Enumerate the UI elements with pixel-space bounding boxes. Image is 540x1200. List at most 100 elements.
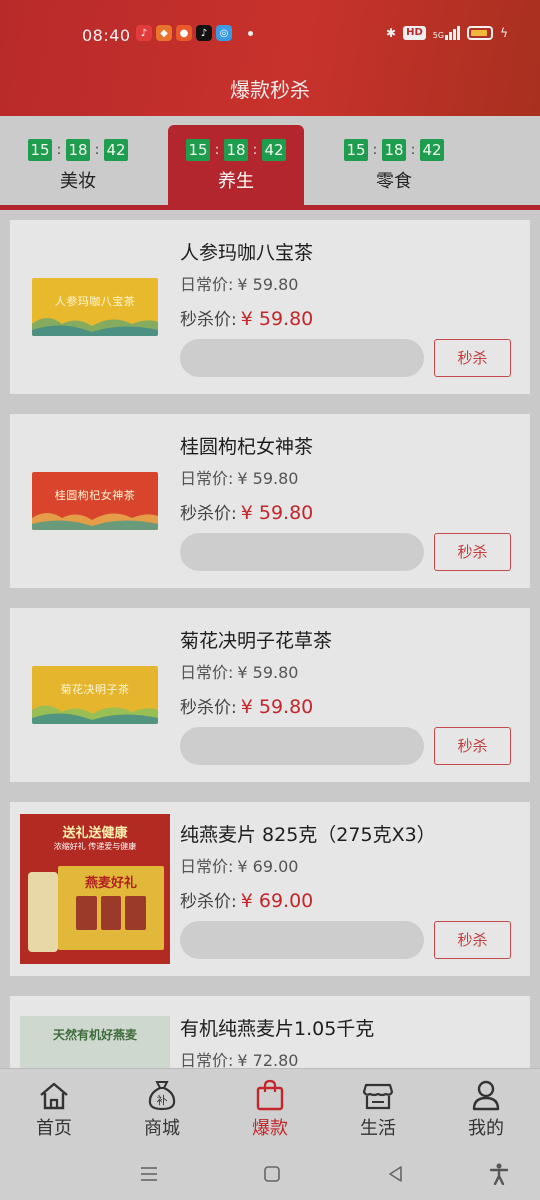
flash-sale-button[interactable]: 秒杀 xyxy=(434,921,511,959)
product-name[interactable]: 桂圆枸杞女神茶 xyxy=(180,432,313,459)
sale-price-label: 秒杀价: xyxy=(180,698,237,718)
flash-sale-button[interactable]: 秒杀 xyxy=(434,339,511,377)
product-name[interactable]: 纯燕麦片 825克（275克X3） xyxy=(180,820,436,847)
shopping-bag-icon xyxy=(216,1077,324,1111)
back-icon[interactable] xyxy=(383,1162,409,1186)
countdown-timer: 15: 18: 42 xyxy=(10,139,146,161)
sale-price-label: 秒杀价: xyxy=(180,504,237,524)
nav-mall[interactable]: 补 商城 xyxy=(108,1077,216,1140)
tab-snacks[interactable]: 15: 18: 42 零食 xyxy=(326,126,462,206)
sale-price-row: 秒杀价: ¥ 69.00 xyxy=(180,887,313,912)
signal-icon: 5G xyxy=(433,26,461,40)
product-list[interactable]: 人参玛咖八宝茶 人参玛咖八宝茶 日常价: ¥ 59.80 秒杀价: ¥ 59.80 … xyxy=(10,220,530,1068)
sale-price-row: 秒杀价: ¥ 59.80 xyxy=(180,693,313,718)
sale-price-row: 秒杀价: ¥ 59.80 xyxy=(180,305,313,330)
regular-price: ¥ 59.80 xyxy=(237,663,299,682)
stock-progress-bar xyxy=(180,533,424,571)
tab-health[interactable]: 15: 18: 42 养生 xyxy=(168,125,304,205)
app-notification-icon: ◎ xyxy=(216,25,232,41)
nav-label: 生活 xyxy=(360,1118,396,1139)
regular-price-row: 日常价: ¥ 59.80 xyxy=(180,659,298,683)
nav-label: 商城 xyxy=(144,1118,180,1139)
product-card[interactable]: 桂圆枸杞女神茶 桂圆枸杞女神茶 日常价: ¥ 59.80 秒杀价: ¥ 59.80 … xyxy=(10,414,530,588)
status-time: 08:40 xyxy=(82,26,131,45)
tab-underline xyxy=(0,205,540,210)
regular-price: ¥ 69.00 xyxy=(237,857,299,876)
system-nav-bar xyxy=(0,1148,540,1200)
product-image: 人参玛咖八宝茶 xyxy=(32,278,158,336)
accessibility-icon[interactable] xyxy=(486,1162,512,1186)
stock-progress-bar xyxy=(180,921,424,959)
app-notification-icon: ◆ xyxy=(156,25,172,41)
sale-price-label: 秒杀价: xyxy=(180,892,237,912)
nav-label: 爆款 xyxy=(252,1118,288,1139)
svg-text:补: 补 xyxy=(157,1094,168,1107)
regular-price: ¥ 72.80 xyxy=(237,1051,299,1068)
timer-seconds: 42 xyxy=(262,139,286,161)
regular-price: ¥ 59.80 xyxy=(237,275,299,294)
sale-price: ¥ 69.00 xyxy=(240,890,314,912)
tab-beauty[interactable]: 15: 18: 42 美妆 xyxy=(10,126,146,206)
sale-price: ¥ 59.80 xyxy=(240,696,314,718)
more-notifications-dot xyxy=(248,30,253,36)
regular-price-label: 日常价: xyxy=(180,275,234,294)
hd-icon: HD xyxy=(403,26,426,40)
regular-price-label: 日常价: xyxy=(180,469,234,488)
flash-sale-button[interactable]: 秒杀 xyxy=(434,727,511,765)
timer-minutes: 18 xyxy=(382,139,406,161)
regular-price-row: 日常价: ¥ 59.80 xyxy=(180,271,298,295)
home-button-icon[interactable] xyxy=(259,1162,285,1186)
bottom-nav: 首页 补 商城 爆款 生活 我的 xyxy=(0,1068,540,1148)
tab-label: 养生 xyxy=(218,171,254,192)
page-title: 爆款秒杀 xyxy=(230,78,310,102)
product-image: 送礼送健康 浓缩好礼 传递爱与健康 燕麦好礼 xyxy=(20,814,170,964)
product-image: 菊花决明子茶 xyxy=(32,666,158,724)
product-name[interactable]: 菊花决明子花草茶 xyxy=(180,626,332,653)
regular-price-label: 日常价: xyxy=(180,1051,234,1068)
nav-home[interactable]: 首页 xyxy=(0,1077,108,1140)
nav-profile[interactable]: 我的 xyxy=(432,1077,540,1140)
top-header: 08:40 ♪ ◆ ● ♪ ◎ ✱ HD 5G ϟ 爆款秒杀 xyxy=(0,0,540,116)
product-card[interactable]: 送礼送健康 浓缩好礼 传递爱与健康 燕麦好礼 纯燕麦片 825克（275克X3）… xyxy=(10,802,530,976)
user-icon xyxy=(432,1077,540,1111)
product-name[interactable]: 有机纯燕麦片1.05千克 xyxy=(180,1014,374,1041)
flash-sale-button[interactable]: 秒杀 xyxy=(434,533,511,571)
app-notification-icon: ● xyxy=(176,25,192,41)
sale-price: ¥ 59.80 xyxy=(240,502,314,524)
bluetooth-icon: ✱ xyxy=(386,26,397,40)
product-image: 天然有机好燕麦 xyxy=(20,1016,170,1068)
regular-price-row: 日常价: ¥ 59.80 xyxy=(180,465,298,489)
status-bar: 08:40 ♪ ◆ ● ♪ ◎ ✱ HD 5G ϟ xyxy=(0,22,540,50)
sale-price: ¥ 59.80 xyxy=(240,308,314,330)
charging-icon: ϟ xyxy=(500,26,508,40)
timer-hours: 15 xyxy=(28,139,52,161)
product-card[interactable]: 菊花决明子茶 菊花决明子花草茶 日常价: ¥ 59.80 秒杀价: ¥ 59.80 … xyxy=(10,608,530,782)
battery-icon xyxy=(467,26,494,40)
product-image: 桂圆枸杞女神茶 xyxy=(32,472,158,530)
timer-seconds: 42 xyxy=(420,139,444,161)
timer-seconds: 42 xyxy=(104,139,128,161)
sale-price-row: 秒杀价: ¥ 59.80 xyxy=(180,499,313,524)
stock-progress-bar xyxy=(180,339,424,377)
regular-price: ¥ 59.80 xyxy=(237,469,299,488)
money-bag-icon: 补 xyxy=(108,1077,216,1111)
tab-label: 零食 xyxy=(376,171,412,192)
tiktok-icon: ♪ xyxy=(196,25,212,41)
stock-progress-bar xyxy=(180,727,424,765)
timer-minutes: 18 xyxy=(224,139,248,161)
nav-life[interactable]: 生活 xyxy=(324,1077,432,1140)
nav-hot[interactable]: 爆款 xyxy=(216,1077,324,1140)
product-card[interactable]: 人参玛咖八宝茶 人参玛咖八宝茶 日常价: ¥ 59.80 秒杀价: ¥ 59.80 … xyxy=(10,220,530,394)
nav-label: 首页 xyxy=(36,1118,72,1139)
category-tabs: 15: 18: 42 美妆 15: 18: 42 养生 15: 18: 42 零… xyxy=(0,116,540,210)
product-name[interactable]: 人参玛咖八宝茶 xyxy=(180,238,313,265)
timer-hours: 15 xyxy=(344,139,368,161)
regular-price-row: 日常价: ¥ 72.80 xyxy=(180,1047,298,1068)
product-card[interactable]: 天然有机好燕麦 有机纯燕麦片1.05千克 日常价: ¥ 72.80 xyxy=(10,996,530,1068)
menu-icon[interactable] xyxy=(136,1162,162,1186)
countdown-timer: 15: 18: 42 xyxy=(326,139,462,161)
music-app-icon: ♪ xyxy=(136,25,152,41)
timer-minutes: 18 xyxy=(66,139,90,161)
status-indicators: ✱ HD 5G ϟ xyxy=(386,26,508,40)
timer-hours: 15 xyxy=(186,139,210,161)
